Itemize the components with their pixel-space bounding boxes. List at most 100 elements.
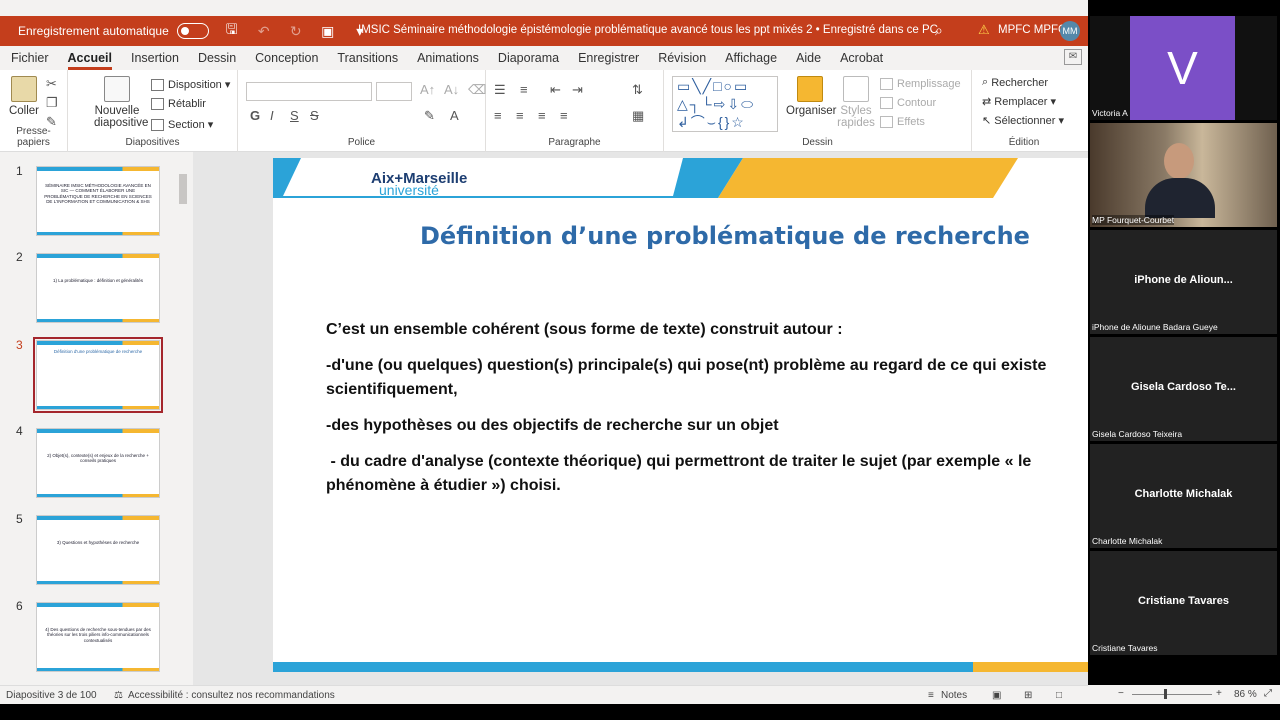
align-left-icon[interactable]: ≡ xyxy=(494,108,502,123)
arrange-button[interactable]: Organiser xyxy=(786,76,837,117)
justify-icon[interactable]: ≡ xyxy=(560,108,568,123)
slide-title[interactable]: Définition d’une problématique de recher… xyxy=(420,222,1030,250)
shape-fill-button[interactable]: Remplissage xyxy=(880,78,961,90)
bullets-icon[interactable]: ☰ xyxy=(494,82,506,98)
decrease-indent-icon[interactable]: ⇤ xyxy=(550,82,561,98)
section-button[interactable]: Section ▾ xyxy=(151,118,213,131)
document-title[interactable]: IMSIC Séminaire méthodologie épistémolog… xyxy=(358,24,938,36)
font-size-select[interactable] xyxy=(376,82,412,101)
underline-icon[interactable]: S xyxy=(290,108,299,123)
notes-button[interactable]: Notes xyxy=(941,690,967,701)
highlight-icon[interactable]: ✎ xyxy=(424,108,435,124)
fit-to-window-icon[interactable]: ⤢ xyxy=(1264,688,1272,699)
normal-view-icon[interactable]: ▣ xyxy=(992,690,1001,701)
font-family-select[interactable] xyxy=(246,82,372,101)
tab-aide[interactable]: Aide xyxy=(796,46,821,70)
slide-body[interactable]: C’est un ensemble cohérent (sous forme d… xyxy=(326,318,1086,510)
quick-styles-button[interactable]: Styles rapides xyxy=(836,76,876,129)
user-avatar[interactable]: MM xyxy=(1060,21,1080,41)
notes-icon[interactable]: ≡ xyxy=(928,690,934,701)
warning-icon[interactable]: ⚠ xyxy=(978,22,990,38)
font-color-icon[interactable]: A xyxy=(450,108,459,123)
italic-icon[interactable]: I xyxy=(270,108,274,123)
autosave[interactable]: Enregistrement automatique xyxy=(18,23,209,39)
tab-animations[interactable]: Animations xyxy=(417,46,479,70)
tab-accueil[interactable]: Accueil xyxy=(67,46,113,70)
find-button[interactable]: ⌕ Rechercher xyxy=(982,76,1048,89)
tab-enregistrer[interactable]: Enregistrer xyxy=(578,46,639,70)
slide-thumbnail-4[interactable]: 2) Objet(s), contexte(s) et enjeux de la… xyxy=(36,428,160,498)
select-icon: ↖ xyxy=(982,115,995,127)
align-right-icon[interactable]: ≡ xyxy=(538,108,546,123)
redo-icon[interactable]: ↻ xyxy=(287,23,305,39)
user-name[interactable]: MPFC MPFC xyxy=(998,24,1066,36)
text-direction-icon[interactable]: ⇅ xyxy=(632,82,643,98)
cut-icon[interactable]: ✂ xyxy=(46,76,57,92)
shrink-font-icon[interactable]: A↓ xyxy=(444,82,459,97)
search-icon[interactable]: ⌕ xyxy=(935,22,943,39)
paste-icon xyxy=(11,76,37,102)
layout-button[interactable]: Disposition ▾ xyxy=(151,78,230,91)
strikethrough-icon[interactable]: S xyxy=(310,108,319,123)
new-slide-button[interactable]: Nouvelle diapositive xyxy=(94,76,148,129)
tab-conception[interactable]: Conception xyxy=(255,46,318,70)
body-paragraph: -d'une (ou quelques) question(s) princip… xyxy=(326,357,1047,398)
thumbnail-scrollbar[interactable] xyxy=(178,162,188,682)
zoom-out-icon[interactable]: − xyxy=(1118,688,1124,699)
shape-outline-button[interactable]: Contour xyxy=(880,97,936,109)
clear-format-icon[interactable]: ⌫ xyxy=(468,82,486,98)
participant-tile[interactable]: iPhone de Alioun... iPhone de Alioune Ba… xyxy=(1090,230,1277,334)
autosave-toggle[interactable] xyxy=(176,23,209,39)
participant-name: Charlotte Michalak xyxy=(1092,536,1163,546)
tab-acrobat[interactable]: Acrobat xyxy=(840,46,883,70)
reset-button[interactable]: Rétablir xyxy=(151,98,206,110)
zoom-slider-thumb[interactable] xyxy=(1164,689,1167,699)
participant-tile[interactable]: V Victoria A xyxy=(1090,16,1277,120)
tab-insertion[interactable]: Insertion xyxy=(131,46,179,70)
tab-fichier[interactable]: Fichier xyxy=(11,46,49,70)
slide-thumbnail-5[interactable]: 3) Questions et hypothèses de recherche xyxy=(36,515,160,585)
tab-dessin[interactable]: Dessin xyxy=(198,46,236,70)
tab-revision[interactable]: Révision xyxy=(658,46,706,70)
slide-thumbnail-1[interactable]: SÉMINAIRE IMSIC MÉTHODOLOGIE AVANCÉE EN … xyxy=(36,166,160,236)
smartart-icon[interactable]: ▦ xyxy=(632,108,644,124)
undo-icon[interactable]: ↶ xyxy=(255,23,273,39)
comment-icon[interactable]: ✉ xyxy=(1064,49,1082,65)
present-icon[interactable]: ▣ xyxy=(319,23,337,39)
shape-effects-button[interactable]: Effets xyxy=(880,116,925,128)
numbering-icon[interactable]: ≡ xyxy=(520,82,528,97)
tab-affichage[interactable]: Affichage xyxy=(725,46,777,70)
tab-transitions[interactable]: Transitions xyxy=(337,46,398,70)
slide-thumbnail-3[interactable]: Définition d'une problématique de recher… xyxy=(33,337,163,413)
slide-thumbnail-2[interactable]: 1) La problématique : définition et géné… xyxy=(36,253,160,323)
select-button[interactable]: ↖ Sélectionner ▾ xyxy=(982,114,1064,128)
participant-tile[interactable]: Charlotte Michalak Charlotte Michalak xyxy=(1090,444,1277,548)
zoom-level[interactable]: 86 % xyxy=(1234,689,1257,700)
accessibility-status[interactable]: Accessibilité : consultez nos recommanda… xyxy=(128,690,335,701)
thumb-text: SÉMINAIRE IMSIC MÉTHODOLOGIE AVANCÉE EN … xyxy=(44,183,152,205)
reading-view-icon[interactable]: □ xyxy=(1056,690,1062,701)
align-center-icon[interactable]: ≡ xyxy=(516,108,524,123)
thumb-banner xyxy=(37,232,159,235)
zoom-slider[interactable] xyxy=(1132,694,1212,695)
tab-diaporama[interactable]: Diaporama xyxy=(498,46,559,70)
increase-indent-icon[interactable]: ⇥ xyxy=(572,82,583,98)
zoom-in-icon[interactable]: + xyxy=(1216,688,1222,699)
copy-icon[interactable]: ❐ xyxy=(46,95,58,111)
accessibility-icon[interactable]: ⚖ xyxy=(114,690,123,701)
paste-button[interactable]: Coller xyxy=(6,76,42,117)
grow-font-icon[interactable]: A↑ xyxy=(420,82,435,97)
slide[interactable]: Aix+Marseille université Définition d’un… xyxy=(273,158,1088,672)
shapes-gallery[interactable]: ▭╲╱□○▭ △┐└⇨⇩⬭ ↲⌒⌣{}☆ xyxy=(672,76,778,132)
slide-thumbnail-6[interactable]: 4) Des questions de recherche sous-tendu… xyxy=(36,602,160,672)
scrollbar-thumb[interactable] xyxy=(179,174,187,204)
slide-sorter-icon[interactable]: ⊞ xyxy=(1024,690,1032,701)
replace-button[interactable]: ⇄ Remplacer ▾ xyxy=(982,95,1056,109)
slide-counter: Diapositive 3 de 100 xyxy=(6,690,97,701)
participant-tile[interactable]: MP Fourquet-Courbet xyxy=(1090,123,1277,227)
group-slides: Nouvelle diapositive Disposition ▾ Rétab… xyxy=(68,70,238,152)
participant-tile[interactable]: Gisela Cardoso Te... Gisela Cardoso Teix… xyxy=(1090,337,1277,441)
participant-tile[interactable]: Cristiane Tavares Cristiane Tavares xyxy=(1090,551,1277,655)
bold-icon[interactable]: G xyxy=(250,108,260,123)
save-icon[interactable]: 🖫 xyxy=(223,21,241,39)
